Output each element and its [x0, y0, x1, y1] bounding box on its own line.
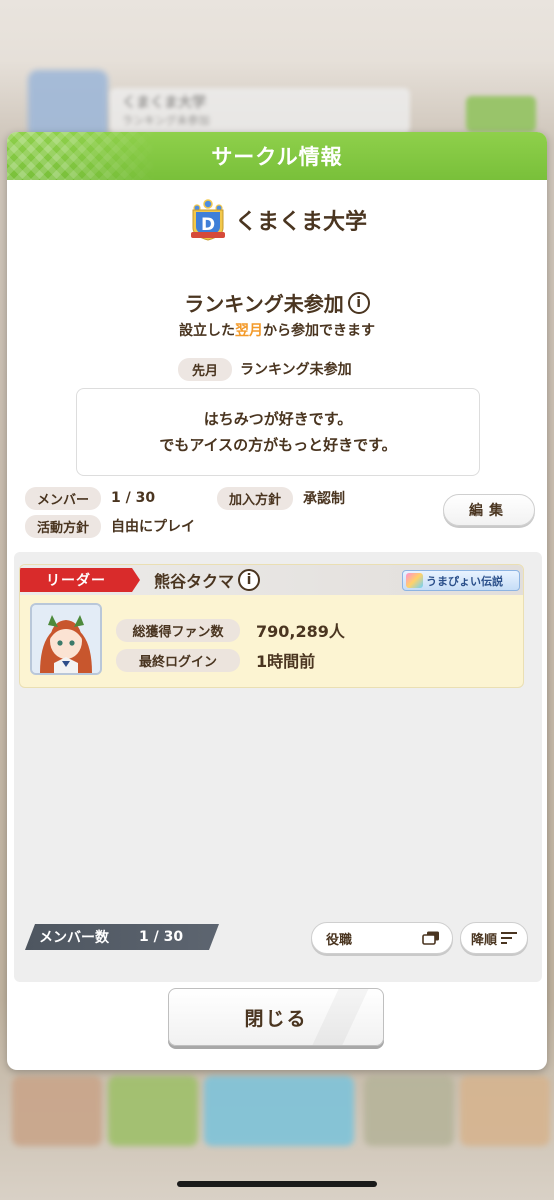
- button-shine: [311, 989, 369, 1045]
- edit-button[interactable]: 編集: [443, 494, 535, 526]
- dialog-title: サークル情報: [211, 145, 343, 169]
- members-label: メンバー: [25, 486, 102, 510]
- members-value: 1 / 30: [111, 490, 156, 506]
- circle-name-row: D くまくま大学: [7, 198, 547, 242]
- cards-icon: [422, 931, 439, 945]
- home-indicator[interactable]: [177, 1181, 377, 1187]
- last-login-label: 最終ログイン: [116, 648, 240, 672]
- members-info: メンバー 1 / 30: [25, 486, 156, 510]
- ranking-status: ランキング未参加: [184, 292, 344, 316]
- member-count-label: メンバー数: [39, 930, 109, 946]
- circle-description-box: はちみつが好きです。 でもアイスの方がもっと好きです。: [76, 388, 480, 476]
- circle-name: くまくま大学: [234, 210, 367, 235]
- description-line-2: でもアイスの方がもっと好きです。: [159, 436, 397, 454]
- background-banner-title: くまくま大学: [122, 95, 206, 111]
- background-bottom-nav: [0, 1070, 554, 1160]
- last-month-value: ランキング未参加: [240, 362, 352, 378]
- title-badge: うまぴょい伝説: [402, 570, 520, 591]
- last-login-value: 1時間前: [256, 652, 316, 671]
- ranking-note-suffix: から参加できます: [263, 323, 375, 339]
- activity-policy-info: 活動方針 自由にプレイ: [25, 514, 196, 538]
- join-policy-info: 加入方針 承認制: [217, 486, 346, 510]
- activity-policy-label: 活動方針: [25, 514, 102, 538]
- last-month-label: 先月: [178, 357, 233, 381]
- ranking-note-prefix: 設立した: [179, 323, 235, 339]
- fans-label: 総獲得ファン数: [116, 618, 240, 642]
- ranking-status-row: ランキング未参加 i: [7, 288, 547, 317]
- fans-row: 総獲得ファン数 790,289人: [116, 618, 345, 642]
- title-badge-icon: [406, 573, 423, 588]
- join-policy-value: 承認制: [303, 491, 346, 507]
- leader-role-tag: リーダー: [20, 568, 140, 592]
- background-banner: くまくま大学 ランキング未参加: [110, 88, 410, 134]
- ranking-note-highlight: 翌月: [235, 323, 263, 339]
- sort-descending-icon: [501, 932, 518, 944]
- ranking-info-icon[interactable]: i: [347, 291, 370, 314]
- member-count-value: 1 / 30: [139, 929, 184, 945]
- ranking-note: 設立した翌月から参加できます: [7, 320, 547, 340]
- circle-crest-icon: D: [190, 199, 225, 241]
- sort-role-button[interactable]: 役職: [311, 922, 453, 954]
- description-line-1: はちみつが好きです。: [203, 410, 353, 428]
- leader-member-card[interactable]: リーダー 熊谷タクマ i うまぴょい伝説 総獲得ファン数 790,289人 最終…: [19, 564, 524, 688]
- character-portrait-icon: [32, 605, 100, 673]
- sort-role-label: 役職: [326, 932, 353, 948]
- last-login-row: 最終ログイン 1時間前: [116, 648, 316, 672]
- leader-name-row: 熊谷タクマ i: [154, 568, 261, 592]
- close-label: 閉じる: [244, 1007, 308, 1030]
- activity-policy-value: 自由にプレイ: [111, 519, 196, 535]
- title-badge-label: うまぴょい伝説: [426, 574, 503, 588]
- circle-info-dialog: サークル情報 D くまくま大学 ランキング未参加 i 設立した翌月から参加できま…: [7, 132, 547, 1070]
- background-banner-subtitle: ランキング未参加: [122, 114, 210, 127]
- leader-avatar[interactable]: [30, 603, 102, 675]
- close-button[interactable]: 閉じる: [168, 988, 384, 1046]
- last-month-row: 先月 ランキング未参加: [178, 357, 352, 381]
- background-crest: [28, 70, 108, 140]
- sort-order-label: 降順: [471, 932, 498, 948]
- background-button: [466, 96, 536, 132]
- member-count-bar: メンバー数 1 / 30: [25, 924, 219, 950]
- dialog-header: サークル情報: [7, 132, 547, 180]
- header-pattern: [7, 132, 157, 180]
- leader-info-icon[interactable]: i: [238, 569, 261, 591]
- leader-name: 熊谷タクマ: [154, 572, 235, 591]
- join-policy-label: 加入方針: [217, 486, 294, 510]
- fans-value: 790,289人: [256, 622, 345, 641]
- sort-order-button[interactable]: 降順: [460, 922, 528, 954]
